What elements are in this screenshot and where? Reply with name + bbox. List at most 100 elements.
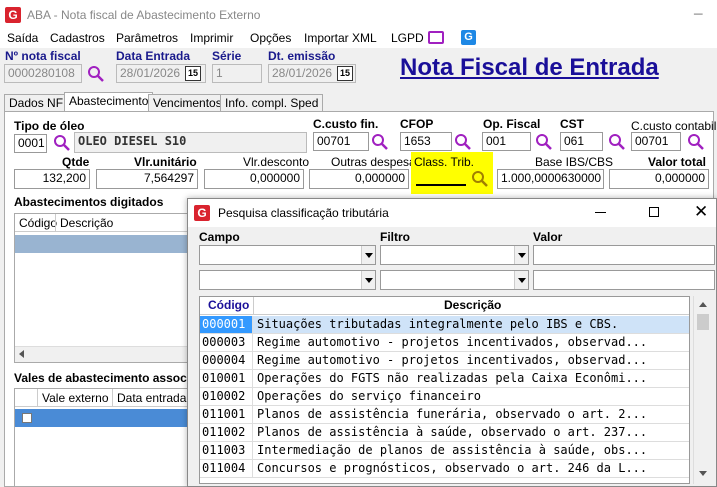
chevron-down-icon[interactable] [514, 271, 528, 289]
qtde-label: Qtde [62, 155, 90, 169]
valor-total-field[interactable]: 0,000000 [609, 169, 709, 189]
search-ccusto-fin-icon[interactable] [371, 133, 389, 151]
result-row[interactable]: 011001 Planos de assistência funerária, o… [200, 406, 689, 424]
search-nota-icon[interactable] [87, 65, 105, 83]
ccusto-fin-field[interactable]: 00701 [313, 132, 369, 151]
scroll-up-icon[interactable] [699, 302, 707, 307]
search-class-trib-icon[interactable] [471, 170, 489, 188]
vlr-unit-field[interactable]: 7,564297 [96, 169, 198, 189]
valor-input-2[interactable] [533, 270, 715, 290]
campo-label: Campo [199, 230, 240, 244]
search-op-fiscal-icon[interactable] [535, 133, 553, 151]
calendar-emissao-icon[interactable]: 15 [337, 66, 353, 81]
base-field[interactable]: 1.000,0000630000 [497, 169, 604, 189]
col-vale-externo: Vale externo [42, 391, 109, 405]
tab-abastecimento[interactable]: Abastecimento [64, 92, 154, 112]
emissao-label: Dt. emissão [268, 49, 336, 63]
tipo-oleo-code-field[interactable]: 0001 [14, 134, 47, 153]
serie-field[interactable]: 1 [212, 64, 262, 83]
class-trib-label: Class. Trib. [414, 155, 475, 169]
result-desc: Intermediação de planos de assistência à… [257, 443, 648, 457]
scroll-down-icon[interactable] [699, 471, 707, 476]
nota-field[interactable]: 0000280108 [4, 64, 82, 83]
monitor-icon[interactable] [428, 31, 444, 44]
calendar-entrada-icon[interactable]: 15 [185, 66, 201, 81]
campo-select-1[interactable] [199, 245, 376, 265]
cst-label: CST [560, 117, 584, 131]
dialog-close-button[interactable]: ✕ [694, 202, 708, 222]
result-row[interactable]: 010001 Operações do FGTS não realizadas p… [200, 370, 689, 388]
col-descricao-header[interactable]: Descrição [444, 298, 501, 312]
scroll-thumb[interactable] [697, 314, 709, 330]
search-cst-icon[interactable] [608, 133, 626, 151]
menu-opcoes[interactable]: Opções [250, 30, 291, 46]
results-header: Código Descrição [200, 297, 689, 315]
result-row[interactable]: 000004 Regime automotivo - projetos incen… [200, 352, 689, 370]
result-code: 011002 [200, 424, 253, 441]
vlr-desc-field[interactable]: 0,000000 [204, 169, 304, 189]
class-trib-field[interactable] [416, 170, 466, 186]
result-desc: Regime automotivo - projetos incentivado… [257, 335, 648, 349]
menu-imprimir[interactable]: Imprimir [190, 30, 233, 46]
qtde-field[interactable]: 132,200 [14, 169, 90, 189]
search-ccusto-contabil-icon[interactable] [687, 133, 705, 151]
campo-select-2[interactable] [199, 270, 376, 290]
result-row[interactable]: 010002 Operações do serviço financeiro [200, 388, 689, 406]
tab-dados-nf[interactable]: Dados NF [4, 94, 69, 112]
digitados-hscroll[interactable] [15, 346, 189, 362]
vales-title: Vales de abastecimento assoc [14, 371, 187, 385]
menu-cadastros[interactable]: Cadastros [50, 30, 105, 46]
filtro-select-1[interactable] [380, 245, 529, 265]
tab-info-compl[interactable]: Info. compl. Sped [220, 94, 324, 112]
result-row[interactable]: 011002 Planos de assistência à saúde, obs… [200, 424, 689, 442]
result-row[interactable]: 011004 Concursos e prognósticos, observad… [200, 460, 689, 478]
result-row[interactable]: 000001 Situações tributadas integralmente… [200, 316, 689, 334]
vales-selected-row[interactable] [15, 409, 189, 427]
dialog-maximize-button[interactable] [649, 207, 659, 217]
search-tipo-oleo-icon[interactable] [53, 134, 71, 152]
digitados-grid[interactable]: Código Descrição [14, 213, 190, 363]
dialog-title-bar: G Pesquisa classificação tributária ✕ [188, 199, 716, 227]
search-cfop-icon[interactable] [454, 133, 472, 151]
scroll-left-icon[interactable] [19, 350, 24, 358]
cst-field[interactable]: 061 [560, 132, 603, 151]
outras-field[interactable]: 0,000000 [309, 169, 409, 189]
chevron-down-icon[interactable] [361, 271, 375, 289]
col-codigo-header[interactable]: Código [208, 298, 249, 312]
app-shortcut-icon[interactable]: G [461, 30, 476, 45]
vales-grid[interactable]: Vale externo Data entrada [14, 388, 190, 487]
result-desc: Planos de assistência à saúde, observado… [257, 425, 648, 439]
ccusto-contabil-field[interactable]: 00701 [631, 132, 681, 151]
result-row[interactable]: 011003 Intermediação de planos de assistê… [200, 442, 689, 460]
digitados-title: Abastecimentos digitados [14, 195, 164, 209]
dialog-minimize-button[interactable] [595, 212, 606, 213]
valor-input-1[interactable] [533, 245, 715, 265]
digitados-selected-row[interactable] [15, 235, 189, 253]
result-desc: Situações tributadas integralmente pelo … [257, 317, 619, 331]
result-row[interactable]: 000003 Regime automotivo - projetos incen… [200, 334, 689, 352]
cfop-field[interactable]: 1653 [400, 132, 452, 151]
results-scrollbar[interactable] [693, 296, 711, 484]
results-grid[interactable]: Código Descrição 000001 Situações tributa… [199, 296, 690, 484]
result-desc: Operações do serviço financeiro [257, 389, 481, 403]
vales-header: Vale externo Data entrada [15, 389, 189, 407]
menu-lgpd[interactable]: LGPD [391, 30, 424, 46]
filtro-select-2[interactable] [380, 270, 529, 290]
app-logo-icon: G [5, 7, 21, 23]
dialog-logo-icon: G [194, 205, 210, 221]
row-checkbox[interactable] [22, 413, 32, 423]
menu-importar-xml[interactable]: Importar XML [304, 30, 377, 46]
emissao-value: 28/01/2026 [272, 66, 333, 80]
menu-saida[interactable]: Saída [7, 30, 38, 46]
menu-parametros[interactable]: Parâmetros [116, 30, 178, 46]
data-entrada-label: Data Entrada [116, 49, 191, 63]
result-code: 000004 [200, 352, 253, 369]
minimize-button[interactable]: − [693, 5, 704, 23]
tab-vencimentos[interactable]: Vencimentos [148, 94, 227, 112]
chevron-down-icon[interactable] [361, 246, 375, 264]
results-rows: 000001 Situações tributadas integralmente… [200, 316, 689, 478]
result-desc: Concursos e prognósticos, observado o ar… [257, 461, 648, 475]
outras-label: Outras despesas [331, 155, 422, 169]
op-fiscal-field[interactable]: 001 [482, 132, 531, 151]
chevron-down-icon[interactable] [514, 246, 528, 264]
